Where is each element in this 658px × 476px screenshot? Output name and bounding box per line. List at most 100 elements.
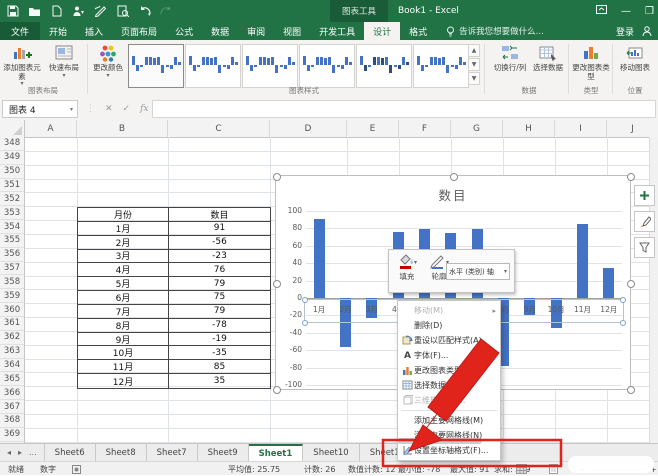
row-header-356[interactable]: 356 (0, 248, 24, 262)
macro-record-icon[interactable] (72, 462, 81, 476)
new-file-icon[interactable] (50, 5, 63, 18)
column-header-B[interactable]: B (77, 120, 168, 137)
sheet-tab-Sheet8[interactable]: Sheet8 (96, 444, 147, 461)
row-header-360[interactable]: 360 (0, 303, 24, 317)
switch-row-column-button[interactable]: 切换行/列 (492, 43, 528, 87)
column-header-D[interactable]: D (270, 120, 347, 137)
row-header-349[interactable]: 349 (0, 151, 24, 165)
axis-selection-handle[interactable] (620, 320, 626, 326)
column-header-C[interactable]: C (168, 120, 270, 137)
select-all-corner[interactable] (0, 120, 25, 137)
sheet-tab-Sheet9[interactable]: Sheet9 (198, 444, 249, 461)
ribbon-tab-文件[interactable]: 文件 (0, 22, 40, 40)
row-header-353[interactable]: 353 (0, 206, 24, 220)
month-cell[interactable]: 6月 (78, 291, 169, 304)
sign-in-link[interactable]: 登录 (616, 25, 634, 38)
row-header-350[interactable]: 350 (0, 165, 24, 179)
sheet-tab-Sheet6[interactable]: Sheet6 (44, 444, 96, 461)
value-cell[interactable]: -78 (169, 319, 270, 332)
ribbon-tab-页面布局[interactable]: 页面布局 (112, 22, 166, 40)
value-cell[interactable]: 85 (169, 360, 270, 373)
ribbon-tab-插入[interactable]: 插入 (76, 22, 112, 40)
value-cell[interactable]: 35 (169, 374, 270, 388)
quick-layout-button[interactable]: 快速布局 ▾ (44, 43, 84, 87)
column-header-G[interactable]: G (451, 120, 503, 137)
month-cell[interactable]: 9月 (78, 333, 169, 346)
chart-title[interactable]: 数目 (276, 185, 630, 204)
value-header-cell[interactable]: 数目 (169, 208, 270, 221)
tell-me-box[interactable]: 告诉我您想要做什么... (436, 22, 544, 40)
row-header-348[interactable]: 348 (0, 137, 24, 151)
save-icon[interactable] (6, 5, 19, 18)
value-cell[interactable]: 79 (169, 277, 270, 290)
chart-resize-handle[interactable] (450, 173, 458, 181)
chart-bar-12月[interactable] (603, 268, 614, 298)
month-cell[interactable]: 3月 (78, 250, 169, 263)
chart-resize-handle[interactable] (273, 173, 281, 181)
row-header-364[interactable]: 364 (0, 359, 24, 373)
column-header-E[interactable]: E (347, 120, 399, 137)
chart-resize-handle[interactable] (627, 173, 635, 181)
chart-filters-button[interactable] (634, 237, 655, 258)
chart-style-thumbnail-2[interactable] (185, 44, 241, 88)
row-header-357[interactable]: 357 (0, 262, 24, 276)
ribbon-tab-审阅[interactable]: 审阅 (238, 22, 274, 40)
formula-input[interactable] (152, 100, 656, 118)
minimize-button[interactable]: — (621, 6, 631, 17)
context-menu-item-delete[interactable]: 删除(D) (398, 318, 500, 333)
redo-icon[interactable] (160, 5, 173, 18)
month-cell[interactable]: 1月 (78, 222, 169, 235)
context-menu-item-format-axis[interactable]: 设置坐标轴格式(F)... (398, 443, 500, 458)
sheet-tab-Sheet1[interactable]: Sheet1 (249, 444, 304, 461)
row-header-358[interactable]: 358 (0, 276, 24, 290)
maximize-button[interactable]: ❒ (645, 6, 654, 17)
ribbon-tab-开始[interactable]: 开始 (40, 22, 76, 40)
vertical-scrollbar[interactable] (649, 137, 658, 443)
month-cell[interactable]: 8月 (78, 319, 169, 332)
value-cell[interactable]: -19 (169, 333, 270, 346)
move-chart-button[interactable]: 移动图表 (616, 43, 654, 87)
ribbon-tab-格式[interactable]: 格式 (400, 22, 436, 40)
row-header-365[interactable]: 365 (0, 372, 24, 386)
insert-function-icon[interactable]: fx (140, 104, 148, 114)
value-cell[interactable]: 75 (169, 291, 270, 304)
gallery-scroll-up-button[interactable]: ▲ (468, 44, 480, 57)
open-icon[interactable] (28, 5, 41, 18)
horizontal-scrollbar-thumb[interactable] (397, 438, 482, 444)
row-header-366[interactable]: 366 (0, 386, 24, 400)
page-layout-view-icon[interactable] (548, 462, 559, 476)
chart-style-thumbnail-1[interactable] (128, 44, 184, 88)
sheet-tab-Sheet7[interactable]: Sheet7 (147, 444, 198, 461)
row-header-361[interactable]: 361 (0, 317, 24, 331)
column-header-J[interactable]: J (607, 120, 658, 137)
row-header-355[interactable]: 355 (0, 234, 24, 248)
cancel-entry-icon[interactable]: ✕ (105, 104, 113, 114)
row-header-359[interactable]: 359 (0, 289, 24, 303)
share-icon[interactable]: ▾ (72, 5, 85, 18)
row-header-351[interactable]: 351 (0, 179, 24, 193)
ribbon-display-options-icon[interactable] (596, 4, 607, 18)
row-header-352[interactable]: 352 (0, 192, 24, 206)
chart-resize-handle[interactable] (627, 386, 635, 394)
gallery-more-button[interactable]: ▼ (468, 72, 480, 85)
column-header-H[interactable]: H (503, 120, 555, 137)
chart-element-dropdown[interactable]: 水平 (类别) 轴 ▾ (446, 263, 510, 280)
sheet-overflow-left[interactable]: ... (29, 448, 37, 457)
context-menu-item-font[interactable]: A字体(F)... (398, 348, 500, 363)
row-header-363[interactable]: 363 (0, 345, 24, 359)
draw-icon[interactable] (94, 5, 107, 18)
context-menu-item-select-data[interactable]: 选择数据(E)... (398, 378, 500, 393)
context-menu-item-change-chart-type[interactable]: 更改图表类型(Y)... (398, 363, 500, 378)
axis-selection-handle[interactable] (302, 297, 308, 303)
column-header-I[interactable]: I (555, 120, 607, 137)
confirm-entry-icon[interactable]: ✓ (123, 104, 131, 114)
change-colors-button[interactable]: 更改颜色 ▾ (90, 43, 126, 87)
normal-view-icon[interactable] (516, 462, 527, 476)
chart-style-thumbnail-6[interactable] (413, 44, 469, 88)
value-cell[interactable]: 79 (169, 305, 270, 318)
chart-style-thumbnail-3[interactable] (242, 44, 298, 88)
context-menu-item-add-major-gridlines[interactable]: 添加主要网格线(M) (398, 413, 500, 428)
add-chart-element-button[interactable]: 添加图表元素 ▾ (2, 43, 42, 87)
month-cell[interactable]: 4月 (78, 263, 169, 276)
column-header-A[interactable]: A (25, 120, 77, 137)
